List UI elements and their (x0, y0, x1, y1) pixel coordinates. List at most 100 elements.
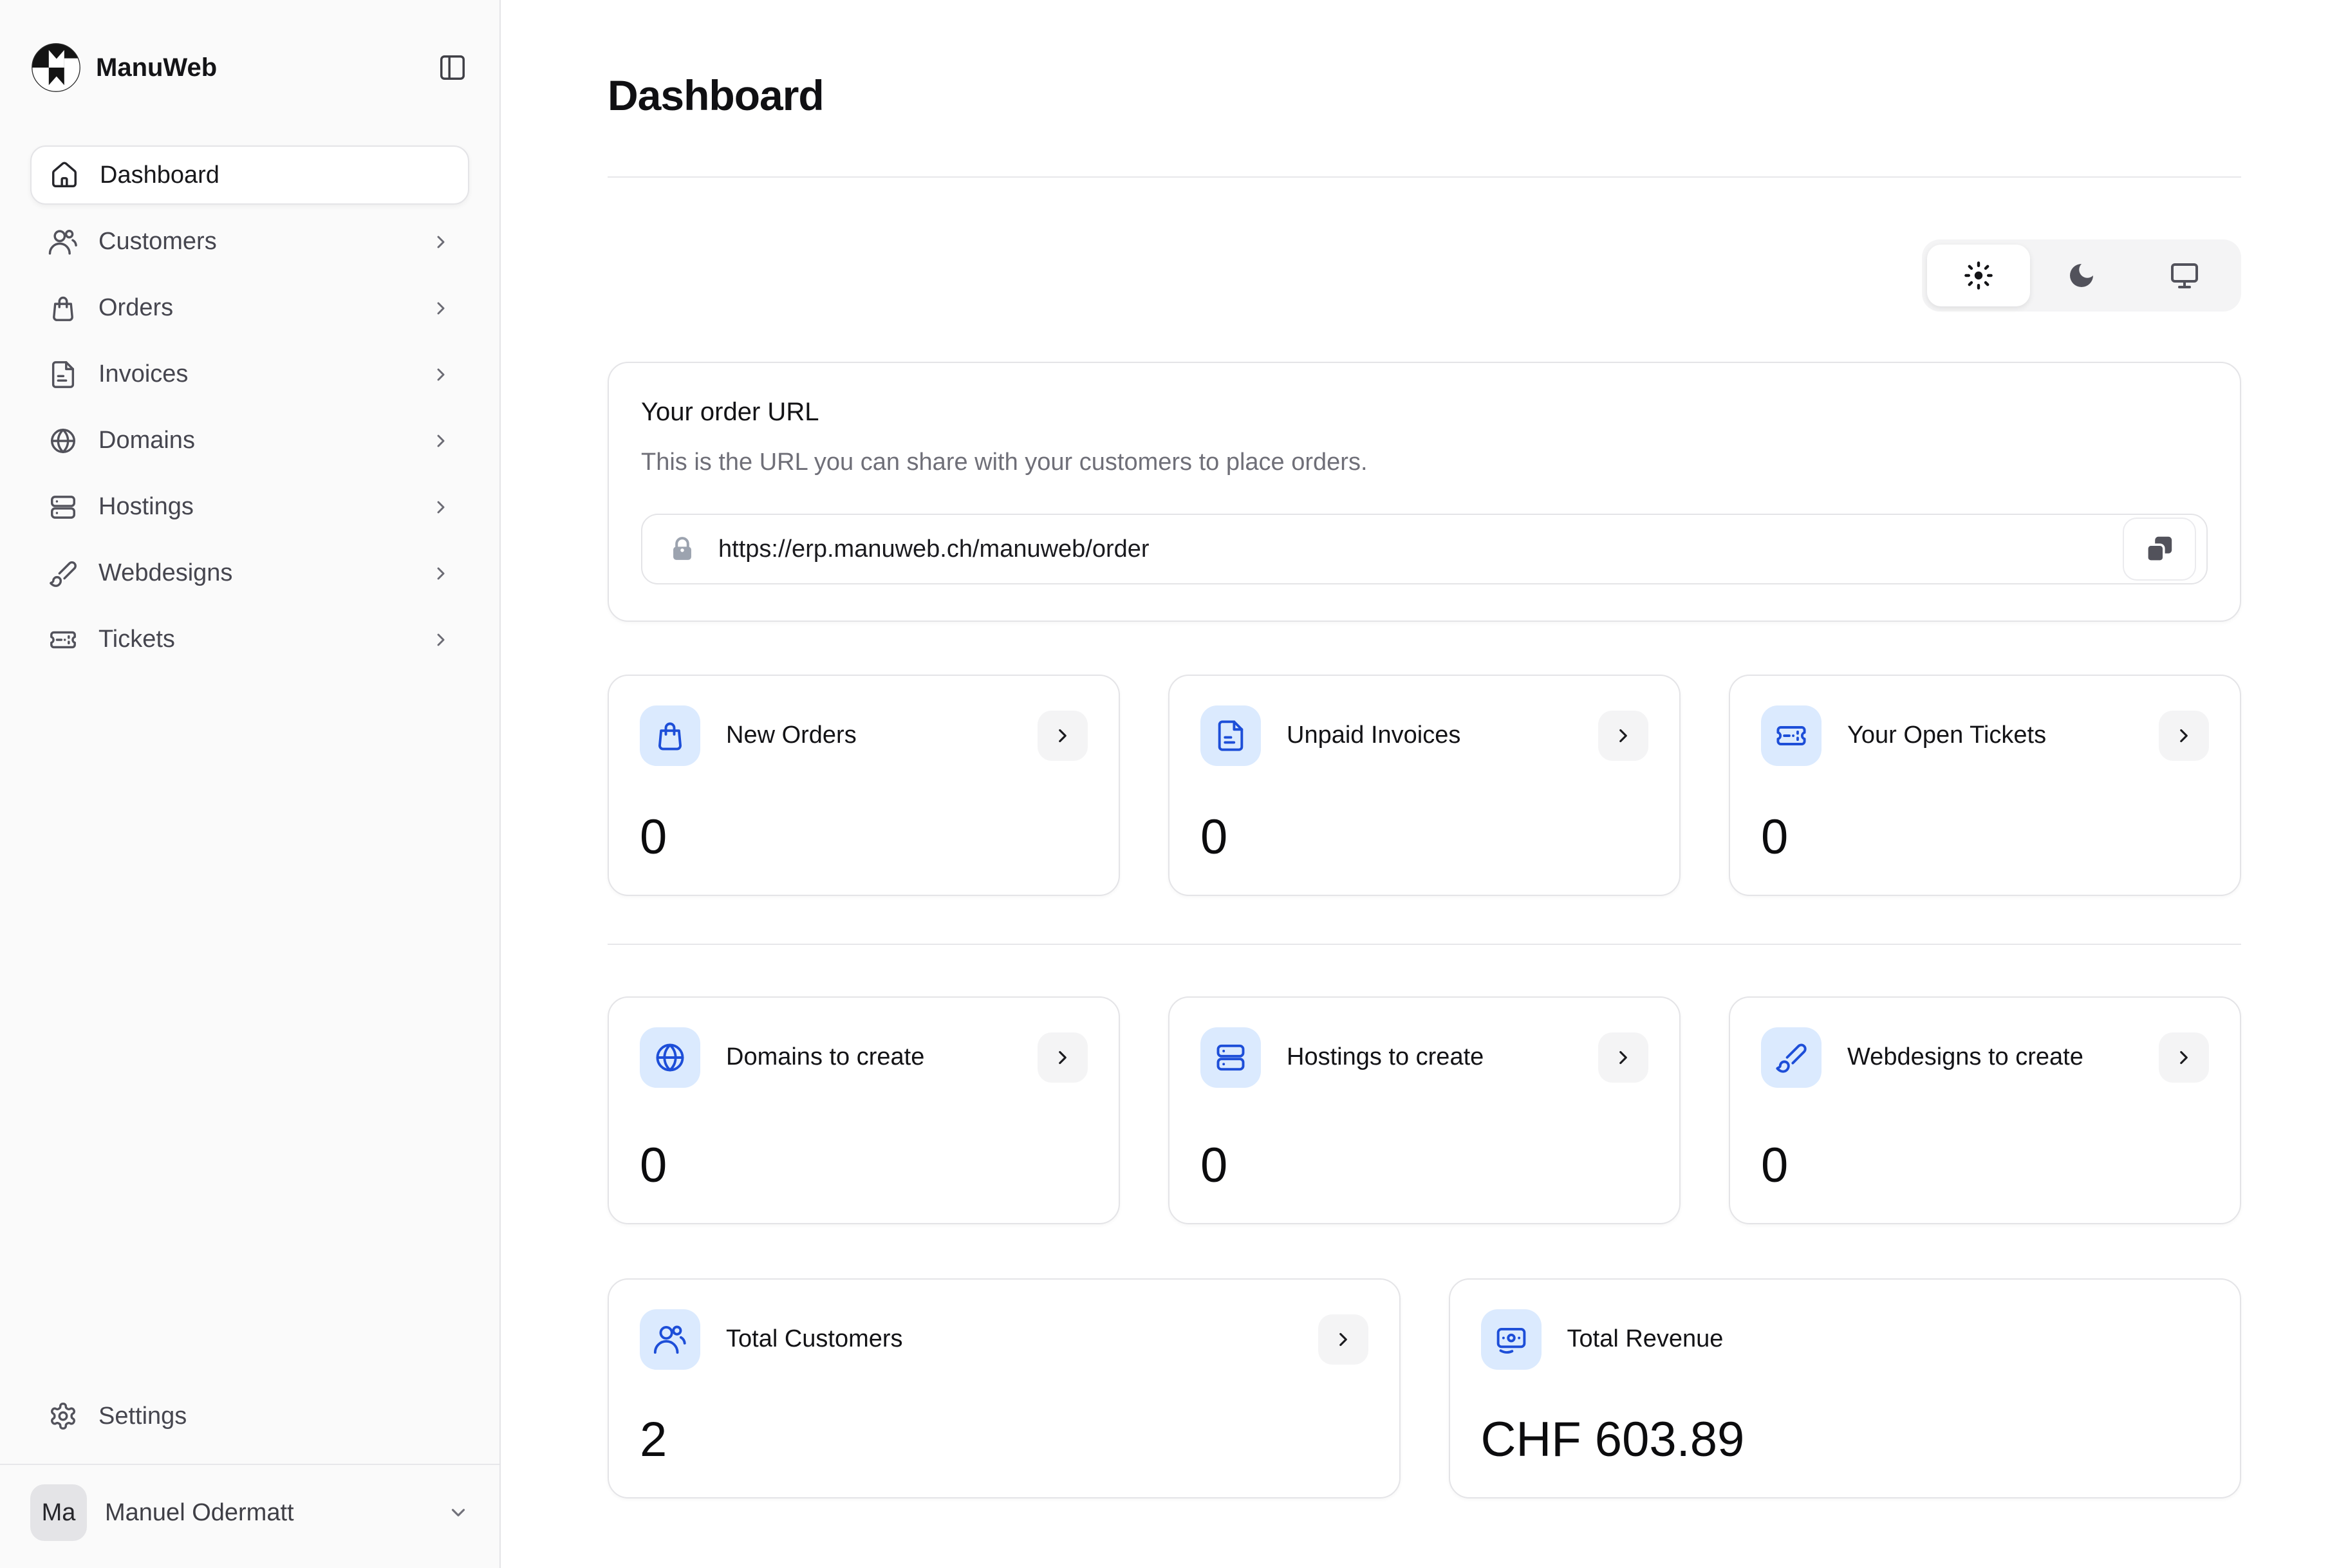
panel-left-icon (438, 53, 467, 82)
stat-value: 0 (640, 1137, 1088, 1193)
monitor-icon (2169, 260, 2200, 291)
order-url-description: This is the URL you can share with your … (641, 449, 2208, 476)
brand-name: ManuWeb (96, 53, 217, 82)
icon-tile (640, 1309, 700, 1370)
stat-card-total-revenue: Total Revenue CHF 603.89 (1449, 1278, 2242, 1498)
stat-card-unpaid-invoices: Unpaid Invoices 0 (1168, 675, 1681, 896)
sidebar-item-label: Dashboard (100, 162, 219, 189)
stat-card-open-tickets: Your Open Tickets 0 (1729, 675, 2241, 896)
stat-value: 0 (1200, 809, 1648, 865)
chevron-right-icon (431, 232, 451, 252)
sidebar-header: ManuWeb (30, 41, 469, 94)
sidebar-item-domains[interactable]: Domains (30, 407, 469, 474)
sidebar-item-orders[interactable]: Orders (30, 275, 469, 341)
icon-tile (1200, 705, 1261, 766)
sidebar-nav: Customers Orders Invoices Domains Hostin… (30, 209, 469, 673)
ticket-icon (48, 625, 78, 655)
sidebar-collapse-button[interactable] (436, 51, 469, 84)
order-url-value: https://erp.manuweb.ch/manuweb/order (718, 536, 1150, 563)
theme-dark-button[interactable] (2030, 245, 2133, 306)
sidebar-item-label: Invoices (98, 360, 188, 388)
sidebar-item-label: Customers (98, 228, 217, 256)
stat-card-webdesigns-to-create: Webdesigns to create 0 (1729, 996, 2241, 1224)
sidebar-item-label: Orders (98, 294, 173, 322)
chevron-right-icon (431, 497, 451, 518)
stat-value: 2 (640, 1412, 1368, 1468)
icon-tile (1761, 705, 1822, 766)
chevron-right-icon (431, 364, 451, 385)
theme-system-button[interactable] (2133, 245, 2236, 306)
lock-icon (668, 535, 696, 563)
stat-label: Total Customers (726, 1323, 903, 1356)
order-url-title: Your order URL (641, 398, 2208, 427)
stat-card-new-orders: New Orders 0 (608, 675, 1120, 896)
stat-label: New Orders (726, 719, 857, 752)
paintbrush-icon (48, 559, 78, 588)
users-icon (653, 1323, 687, 1356)
open-domains-button[interactable] (1038, 1032, 1088, 1083)
copy-url-button[interactable] (2123, 518, 2196, 581)
open-webdesigns-button[interactable] (2159, 1032, 2209, 1083)
user-menu[interactable]: Ma Manuel Odermatt (30, 1484, 469, 1541)
user-name: Manuel Odermatt (105, 1499, 294, 1527)
chevron-right-icon (1052, 1047, 1074, 1069)
open-tickets-button[interactable] (2159, 711, 2209, 761)
stat-value: 0 (1761, 809, 2209, 865)
order-url-field[interactable]: https://erp.manuweb.ch/manuweb/order (641, 514, 2208, 584)
manuweb-logo (30, 42, 82, 93)
sidebar-item-customers[interactable]: Customers (30, 209, 469, 275)
sidebar-item-dashboard[interactable]: Dashboard (30, 145, 469, 205)
shopping-bag-icon (653, 719, 687, 752)
copy-icon (2144, 534, 2175, 565)
icon-tile (1481, 1309, 1542, 1370)
chevron-right-icon (2173, 1047, 2195, 1069)
open-hostings-button[interactable] (1598, 1032, 1648, 1083)
stat-value: CHF 603.89 (1481, 1412, 2210, 1468)
sidebar-item-settings[interactable]: Settings (30, 1385, 469, 1447)
open-new-orders-button[interactable] (1038, 711, 1088, 761)
globe-icon (48, 426, 78, 456)
stat-card-hostings-to-create: Hostings to create 0 (1168, 996, 1681, 1224)
stat-card-domains-to-create: Domains to create 0 (608, 996, 1120, 1224)
icon-tile (1761, 1027, 1822, 1088)
theme-light-button[interactable] (1927, 245, 2030, 306)
stat-label: Total Revenue (1567, 1323, 1724, 1356)
banknote-icon (1495, 1323, 1528, 1356)
sidebar-item-webdesigns[interactable]: Webdesigns (30, 540, 469, 606)
header-divider (608, 176, 2241, 178)
shopping-bag-icon (48, 294, 78, 323)
main-area: Dashboard Your order URL This is the URL… (501, 0, 2348, 1568)
avatar: Ma (30, 1484, 87, 1541)
stat-label: Your Open Tickets (1847, 719, 2046, 752)
order-url-card: Your order URL This is the URL you can s… (608, 362, 2241, 622)
open-customers-button[interactable] (1318, 1314, 1368, 1365)
avatar-initials: Ma (42, 1499, 76, 1527)
file-text-icon (48, 360, 78, 389)
sidebar-item-label: Domains (98, 427, 195, 454)
stat-label: Webdesigns to create (1847, 1041, 2083, 1074)
stat-value: 0 (1761, 1137, 2209, 1193)
chevron-right-icon (431, 563, 451, 584)
file-text-icon (1214, 719, 1247, 752)
moon-icon (2066, 260, 2097, 291)
user-section: Ma Manuel Odermatt (0, 1464, 499, 1545)
stat-card-total-customers: Total Customers 2 (608, 1278, 1401, 1498)
stat-label: Unpaid Invoices (1287, 719, 1460, 752)
sidebar-item-tickets[interactable]: Tickets (30, 606, 469, 673)
stat-label: Domains to create (726, 1041, 924, 1074)
chevron-right-icon (431, 630, 451, 650)
chevron-right-icon (431, 298, 451, 319)
chevron-right-icon (1052, 725, 1074, 747)
chevron-right-icon (431, 431, 451, 451)
icon-tile (1200, 1027, 1261, 1088)
house-icon (50, 160, 79, 190)
sidebar-item-label: Webdesigns (98, 559, 232, 587)
icon-tile (640, 705, 700, 766)
theme-toggle (1922, 239, 2241, 312)
server-icon (1214, 1041, 1247, 1074)
sidebar-item-hostings[interactable]: Hostings (30, 474, 469, 540)
icon-tile (640, 1027, 700, 1088)
sidebar-item-invoices[interactable]: Invoices (30, 341, 469, 407)
users-icon (48, 227, 78, 257)
open-unpaid-invoices-button[interactable] (1598, 711, 1648, 761)
